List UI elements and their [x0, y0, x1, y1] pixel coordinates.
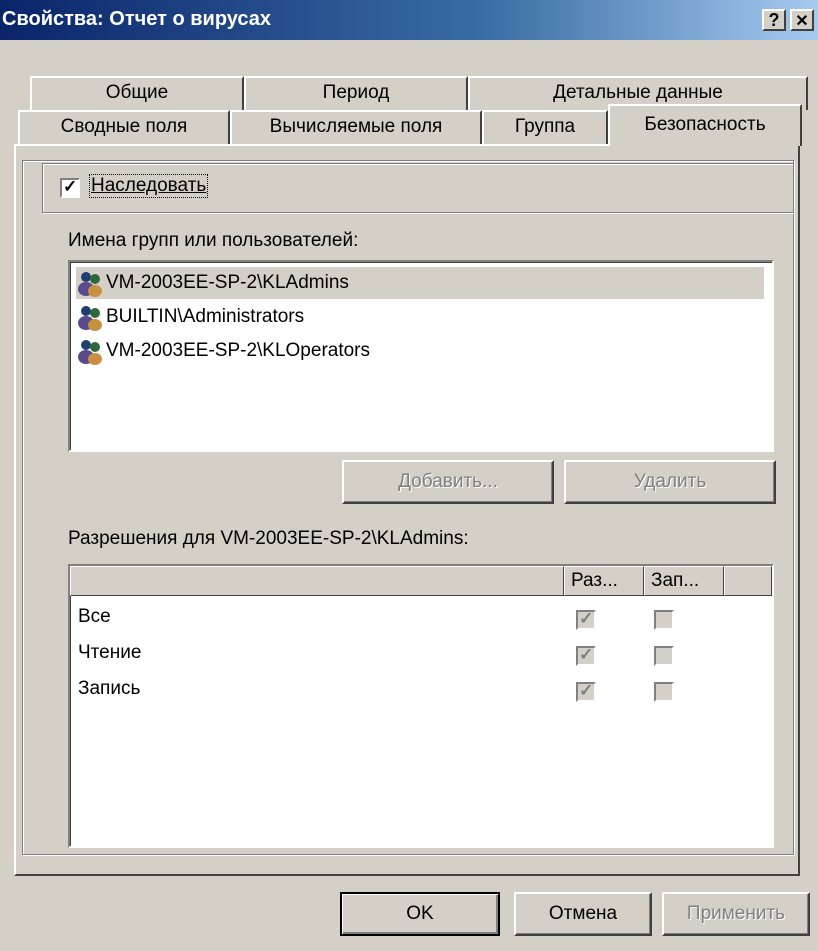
column-header-name[interactable]: [70, 566, 564, 596]
groups-label: Имена групп или пользователей:: [68, 230, 359, 251]
inherit-label[interactable]: Наследовать: [89, 174, 209, 198]
allow-write-checkbox[interactable]: ✓: [576, 681, 596, 702]
group-name: BUILTIN\Administrators: [106, 306, 305, 327]
remove-button[interactable]: Удалить: [564, 460, 776, 504]
table-row[interactable]: Запись: [78, 672, 140, 706]
check-icon: ✓: [579, 681, 594, 700]
inherit-checkbox[interactable]: ✓: [60, 177, 80, 198]
column-header-filler: [724, 566, 772, 596]
close-button[interactable]: ✕: [790, 9, 814, 31]
deny-all-checkbox[interactable]: [654, 610, 674, 630]
group-users-icon: [78, 305, 102, 331]
apply-button[interactable]: Применить: [662, 892, 810, 936]
ok-button[interactable]: OK: [340, 892, 500, 936]
tab-general[interactable]: Общие: [30, 76, 244, 110]
group-users-icon: [78, 339, 102, 365]
tab-group[interactable]: Группа: [482, 110, 608, 144]
allow-read-checkbox[interactable]: ✓: [576, 645, 596, 666]
tab-period[interactable]: Период: [244, 76, 468, 110]
table-row[interactable]: Все: [78, 600, 111, 634]
add-button[interactable]: Добавить...: [342, 460, 554, 504]
check-icon: ✓: [579, 645, 594, 664]
window-title: Свойства: Отчет о вирусах: [2, 8, 272, 30]
deny-write-checkbox[interactable]: [654, 682, 674, 702]
cancel-button[interactable]: Отмена: [514, 892, 652, 936]
tab-calculated-fields[interactable]: Вычисляемые поля: [230, 110, 482, 144]
column-header-deny[interactable]: Зап...: [644, 566, 724, 596]
groups-list[interactable]: VM-2003EE-SP-2\KLAdmins BUILTIN\Administ…: [68, 260, 774, 452]
group-name: VM-2003EE-SP-2\KLOperators: [106, 340, 371, 361]
permissions-label: Разрешения для VM-2003EE-SP-2\KLAdmins:: [68, 528, 469, 549]
table-row[interactable]: Чтение: [78, 636, 141, 670]
list-item[interactable]: VM-2003EE-SP-2\KLOperators: [76, 335, 370, 367]
title-bar[interactable]: Свойства: Отчет о вирусах ? ✕: [0, 0, 818, 40]
list-item[interactable]: VM-2003EE-SP-2\KLAdmins: [76, 267, 764, 299]
close-icon: ✕: [795, 13, 809, 30]
list-item[interactable]: BUILTIN\Administrators: [76, 301, 304, 333]
help-button[interactable]: ?: [762, 9, 786, 31]
group-name: VM-2003EE-SP-2\KLAdmins: [106, 272, 349, 293]
check-icon: ✓: [63, 177, 78, 196]
check-icon: ✓: [579, 609, 594, 628]
group-users-icon: [78, 271, 102, 297]
properties-dialog: Свойства: Отчет о вирусах ? ✕ Общие Пери…: [0, 0, 818, 951]
tab-summary-fields[interactable]: Сводные поля: [18, 110, 230, 144]
tab-security[interactable]: Безопасность: [608, 104, 802, 146]
permissions-list[interactable]: Раз... Зап... Все Чтение Запись ✓ ✓ ✓: [68, 564, 774, 848]
column-header-allow[interactable]: Раз...: [564, 566, 644, 596]
deny-read-checkbox[interactable]: [654, 646, 674, 666]
allow-all-checkbox[interactable]: ✓: [576, 609, 596, 630]
